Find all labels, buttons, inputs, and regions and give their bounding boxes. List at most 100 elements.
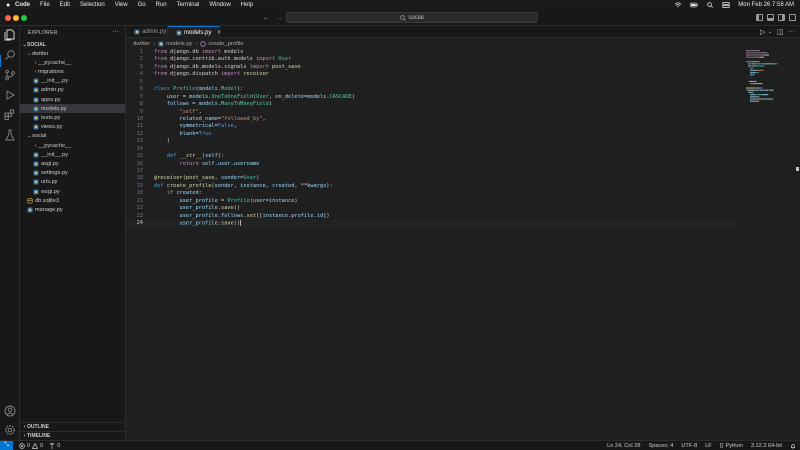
close-icon[interactable]: × [217,30,221,36]
outline-section[interactable]: › OUTLINE [20,422,125,431]
code-line[interactable]: 20 if created: [126,190,736,197]
back-arrow-icon[interactable]: ← [262,13,270,22]
menu-edit[interactable]: Edit [60,2,70,8]
file-item[interactable]: asgi.py [20,159,125,168]
tab-admin-py[interactable]: admin.py [126,26,168,38]
tab-models-py[interactable]: models.py × [168,26,221,38]
menu-help[interactable]: Help [241,2,253,8]
code-line[interactable]: 21 user_profile = Profile(user=instance) [126,198,736,205]
code-line[interactable]: 15 def __str__(self): [126,153,736,160]
window-close-button[interactable] [5,15,11,21]
file-item[interactable]: admin.py [20,86,125,95]
code-line[interactable]: 17 [126,168,736,175]
code-line[interactable]: 8 follows = models.ManyToManyField( [126,101,736,108]
menu-bar-clock[interactable]: Mon Feb 26 7:58 AM [738,2,794,8]
menu-selection[interactable]: Selection [80,2,105,8]
breadcrumb-file[interactable]: models.py [166,41,192,47]
problems-indicator[interactable]: 0 0 [19,442,43,449]
manage-gear-icon[interactable] [4,424,16,436]
code-line[interactable]: 9 "self", [126,109,736,116]
folder-item[interactable]: ⌄ social [20,132,125,141]
menu-run[interactable]: Run [156,2,167,8]
more-actions-icon[interactable]: ··· [788,28,795,35]
file-item[interactable]: manage.py [20,205,125,214]
toggle-secondary-sidebar-icon[interactable] [778,14,785,21]
editor-scrollbar[interactable] [794,49,800,440]
more-actions-icon[interactable]: ··· [112,28,119,35]
workspace-root[interactable]: ⌄ SOCIAL [20,40,125,49]
split-editor-icon[interactable]: ◫ [777,28,784,36]
file-item[interactable]: views.py [20,123,125,132]
file-item[interactable]: models.py [20,104,125,114]
code-line[interactable]: 24 user_profile.save() [126,220,736,228]
file-item[interactable]: urls.py [20,178,125,187]
extensions-icon[interactable] [4,109,16,121]
code-line[interactable]: 7 user = models.OneToOneField(User, on_d… [126,94,736,101]
chevron-down-icon[interactable]: ⌄ [768,29,772,35]
file-item[interactable]: wsgi.py [20,187,125,196]
spotlight-search-icon[interactable] [706,2,714,8]
python-interpreter[interactable]: 3.12.2 64-bit [751,443,782,449]
testing-flask-icon[interactable] [4,129,16,141]
file-item[interactable]: __init__.py [20,77,125,86]
code-line[interactable]: 19 def create_profile(sender, instance, c… [126,183,736,190]
code-lines[interactable]: 1 from django.db import models 2 from djang… [126,49,736,228]
code-line[interactable]: 1 from django.db import models [126,49,736,56]
file-encoding[interactable]: UTF-8 [681,443,697,449]
apple-menu-icon[interactable]: ● [6,2,15,9]
file-item[interactable]: db.sqlite3 [20,196,125,205]
folder-item[interactable]: ⌄ dwitter [20,49,125,58]
folder-item[interactable]: › migrations [20,67,125,76]
folder-item[interactable]: › __pycache__ [20,141,125,150]
control-center-icon[interactable] [722,2,731,8]
command-center-search[interactable]: social [286,12,538,23]
code-line[interactable]: 12 blank=True [126,131,736,138]
battery-icon[interactable] [690,2,699,8]
menu-file[interactable]: File [40,2,50,8]
code-line[interactable]: 13 ) [126,138,736,145]
ports-indicator[interactable]: 0 [49,442,60,449]
code-line[interactable]: 11 symmetrical=False, [126,123,736,130]
code-line[interactable]: 14 [126,146,736,153]
code-line[interactable]: 3 from django.db.models.signals import po… [126,64,736,71]
code-editor[interactable]: 1 from django.db import models 2 from djang… [126,49,800,440]
cursor-position[interactable]: Ln 24, Col 28 [607,443,640,449]
code-line[interactable]: 10 related_name="followed_by", [126,116,736,123]
code-line[interactable]: 5 [126,79,736,86]
code-line[interactable]: 4 from django.dispatch import receiver [126,71,736,78]
window-minimize-button[interactable] [13,15,19,21]
code-line[interactable]: 6 class Profile(models.Model): [126,86,736,93]
code-line[interactable]: 23 user_profile.follows.set([instance.pr… [126,213,736,220]
forward-arrow-icon[interactable]: → [275,13,283,22]
code-line[interactable]: 2 from django.contrib.auth.models import … [126,56,736,63]
run-and-debug-icon[interactable] [4,89,16,101]
window-maximize-button[interactable] [21,15,27,21]
run-python-file-icon[interactable]: ▷ [760,28,765,36]
menu-view[interactable]: View [115,2,128,8]
wifi-icon[interactable] [674,2,682,8]
customize-layout-icon[interactable] [789,14,796,21]
code-line[interactable]: 18 @receiver(post_save, sender=User) [126,175,736,182]
notifications-bell-icon[interactable] [790,443,796,449]
app-menu[interactable]: Code [15,2,30,8]
file-item[interactable]: apps.py [20,95,125,104]
source-control-icon[interactable] [4,69,16,81]
code-line[interactable]: 22 user_profile.save() [126,205,736,212]
toggle-primary-sidebar-icon[interactable] [756,14,763,21]
code-line[interactable]: 16 return self.user.username [126,161,736,168]
folder-item[interactable]: › __pycache__ [20,58,125,67]
toggle-panel-icon[interactable] [767,14,774,21]
file-item[interactable]: settings.py [20,169,125,178]
file-item[interactable]: __init__.py [20,150,125,159]
menu-terminal[interactable]: Terminal [177,2,200,8]
search-view-icon[interactable] [4,49,16,61]
timeline-section[interactable]: › TIMELINE [20,431,125,440]
menu-window[interactable]: Window [209,2,230,8]
menu-go[interactable]: Go [138,2,146,8]
explorer-icon[interactable] [4,29,16,41]
end-of-line[interactable]: LF [705,443,712,449]
accounts-icon[interactable] [4,405,16,417]
language-mode[interactable]: {} Python [720,443,743,449]
minimap[interactable] [745,49,789,109]
file-item[interactable]: tests.py [20,113,125,122]
